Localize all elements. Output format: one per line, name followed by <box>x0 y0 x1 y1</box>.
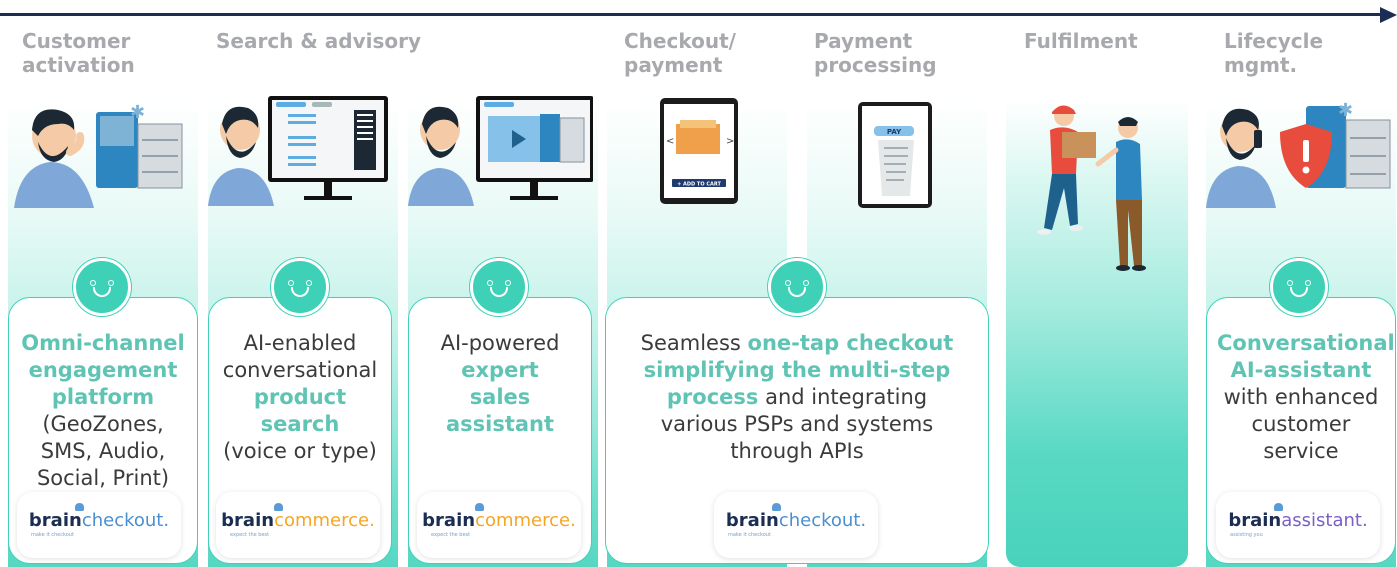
add-to-cart-label: + ADD TO CART <box>677 182 721 188</box>
timeline-arrowhead <box>1380 7 1397 23</box>
logo-brand: brain <box>28 510 82 531</box>
logo-product: checkout. <box>81 510 170 531</box>
card-text-sales-assistant: AI-powered expert sales assistant <box>409 330 591 438</box>
card-highlight: Conversational AI-assistant <box>1217 331 1395 382</box>
logo-tagline: make it checkout <box>728 532 771 538</box>
card-highlight: product search <box>253 385 347 436</box>
logo-product: assistant. <box>1281 510 1368 531</box>
card-text-ai-assistant: Conversational AI-assistant with enhance… <box>1207 330 1395 465</box>
card-text-one-tap-checkout: Seamless one-tap checkout simplifying th… <box>606 330 988 465</box>
logo-product: commerce. <box>274 510 375 531</box>
man-thinking-fridge-illustration: ✱ <box>14 102 183 208</box>
man-monitor-search-illustration <box>208 96 388 206</box>
card-post: with enhanced customer service <box>1223 385 1379 463</box>
card-text-product-search: AI-enabled conversational product search… <box>209 330 391 465</box>
card-pre: AI-powered <box>440 331 560 355</box>
stage-title-payment-processing: Payment processing <box>814 29 937 77</box>
timeline-arrow-line <box>0 13 1382 16</box>
logo-product: commerce. <box>475 510 576 531</box>
logo-tagline: make it checkout <box>31 532 74 538</box>
logo-brain-commerce: braincommerce. expect the best <box>417 492 581 558</box>
card-text-omni-channel: Omni-channel engagement platform (GeoZon… <box>9 330 197 492</box>
stage-title-customer-activation: Customer activation <box>22 29 135 77</box>
card-pre: Seamless <box>640 331 741 355</box>
svg-text:>: > <box>726 136 734 147</box>
stage-title-lifecycle-mgmt: Lifecycle mgmt. <box>1224 29 1324 77</box>
svg-text:✱: ✱ <box>130 102 145 123</box>
logo-tagline: assisting you <box>1230 532 1263 538</box>
card-post: (voice or type) <box>223 439 377 463</box>
tablet-checkout-illustration: < > + ADD TO CART <box>660 98 738 204</box>
smiley-icon <box>271 258 329 316</box>
logo-tagline: expect the best <box>230 532 270 538</box>
logo-product: checkout. <box>778 510 867 531</box>
smiley-icon <box>1270 258 1328 316</box>
stage-title-fulfilment: Fulfilment <box>1024 29 1138 53</box>
pay-label: PAY <box>887 128 902 136</box>
smiley-icon <box>768 258 826 316</box>
svg-text:<: < <box>666 136 674 147</box>
logo-brand: brain <box>1228 510 1282 531</box>
delivery-illustration <box>1037 105 1146 271</box>
logo-brain-checkout: braincheckout. make it checkout <box>714 492 878 558</box>
smiley-icon <box>470 258 528 316</box>
card-highlight: Omni-channel engagement platform <box>21 331 185 409</box>
man-phone-shield-illustration: ✱ <box>1206 100 1391 208</box>
card-post: (GeoZones, SMS, Audio, Social, Print) <box>36 412 170 490</box>
logo-brand: brain <box>221 510 275 531</box>
logo-brain-assistant: brainassistant. assisting you <box>1216 492 1380 558</box>
smiley-icon <box>73 258 131 316</box>
man-monitor-video-illustration <box>408 96 593 206</box>
card-pre: AI-enabled conversational <box>222 331 378 382</box>
tablet-pay-illustration: PAY <box>858 102 932 208</box>
card-highlight: expert sales assistant <box>445 358 555 436</box>
logo-brain-commerce: braincommerce. expect the best <box>216 492 380 558</box>
stage-title-checkout-payment: Checkout/payment <box>624 29 736 77</box>
logo-brand: brain <box>422 510 476 531</box>
svg-text:✱: ✱ <box>1338 100 1353 121</box>
logo-brain-checkout: braincheckout. make it checkout <box>17 492 181 558</box>
stage-title-search-advisory: Search & advisory <box>216 29 422 53</box>
logo-brand: brain <box>725 510 779 531</box>
logo-tagline: expect the best <box>431 532 471 538</box>
